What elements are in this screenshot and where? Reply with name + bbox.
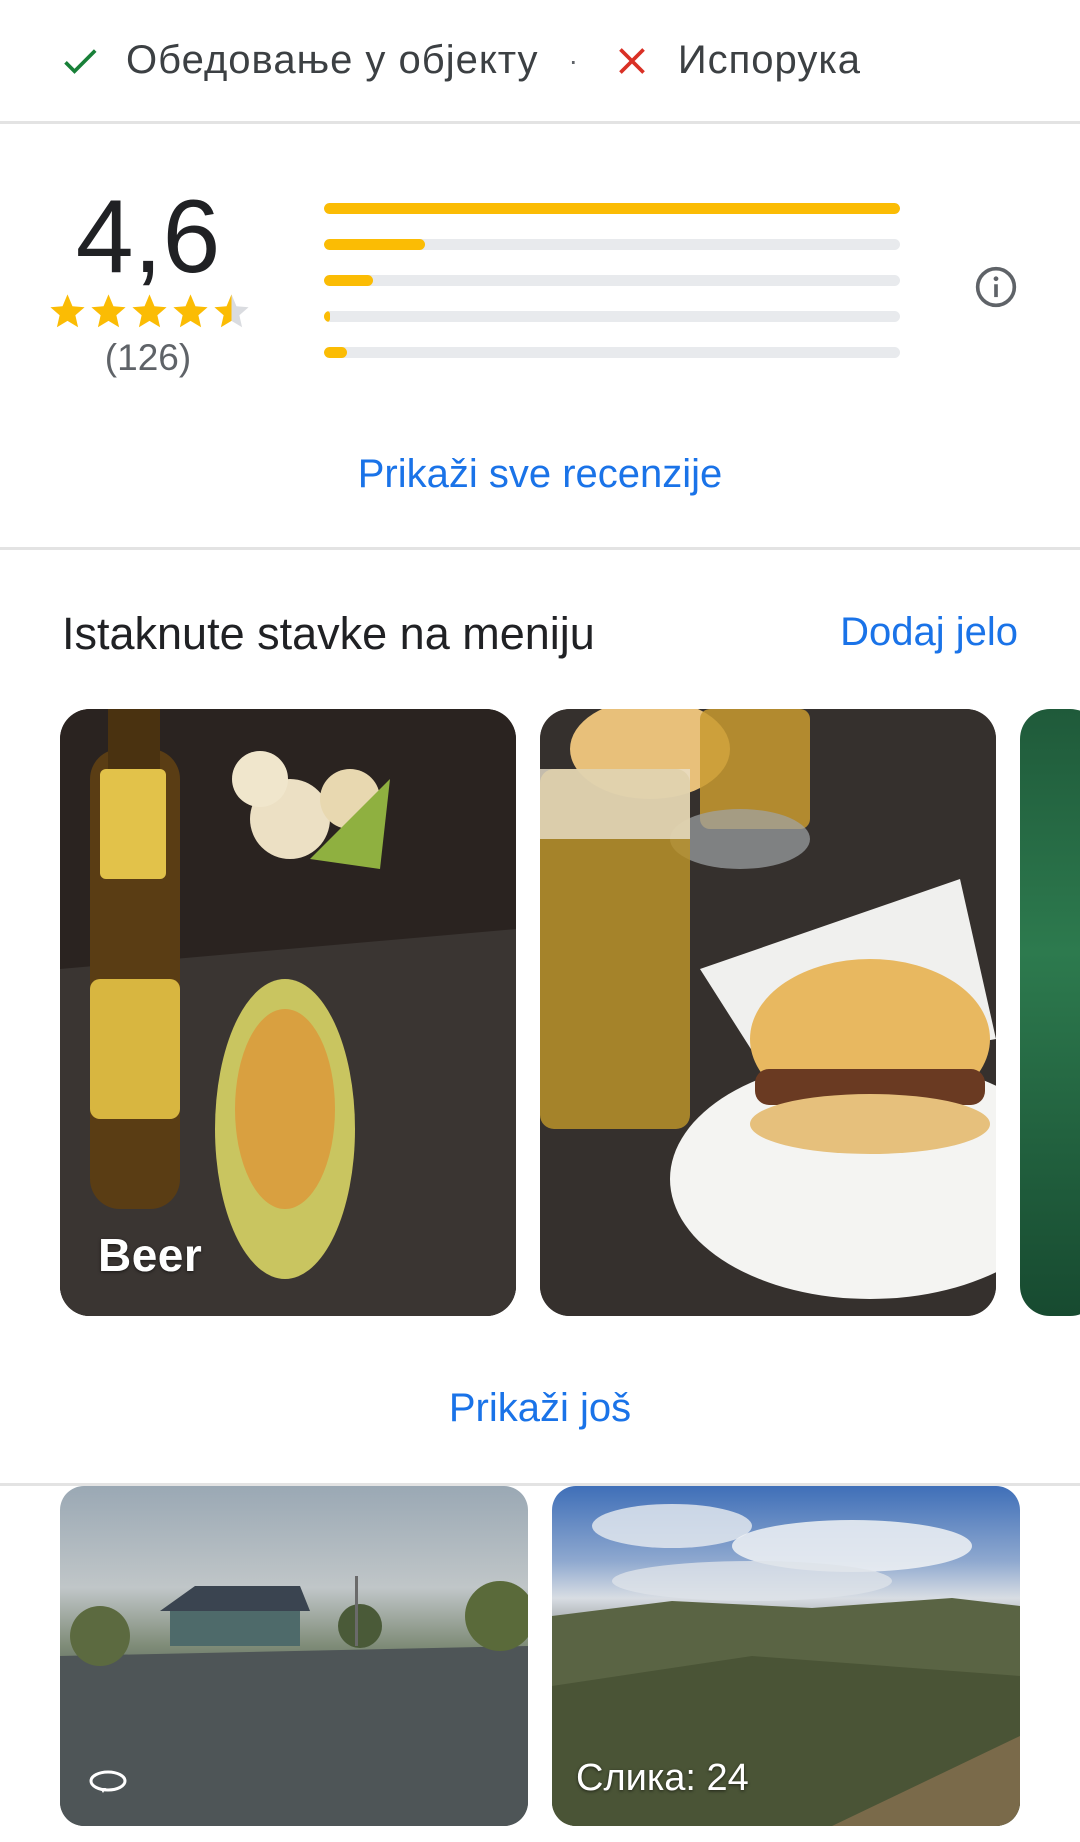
half-star-icon bbox=[213, 294, 249, 328]
star-icon bbox=[90, 294, 126, 328]
service-options-row: Обедовање у објекту · Испорука bbox=[0, 0, 1080, 124]
checkmark-icon bbox=[56, 37, 104, 85]
rating-distribution bbox=[324, 203, 900, 383]
street-view-photo[interactable] bbox=[60, 1486, 528, 1826]
separator-dot: · bbox=[568, 44, 578, 76]
star-rating bbox=[46, 291, 252, 332]
menu-item-card-partial[interactable] bbox=[1020, 709, 1080, 1316]
show-more-link[interactable]: Prikaži još bbox=[0, 1386, 1080, 1431]
photo-count-label: Слика: 24 bbox=[576, 1757, 749, 1799]
rating-bar-fill bbox=[324, 347, 348, 358]
rating-bar-1 bbox=[324, 347, 900, 358]
star-icon bbox=[131, 294, 167, 328]
add-dish-link[interactable]: Dodaj jelo bbox=[840, 610, 1018, 655]
rating-bar-fill bbox=[324, 311, 330, 322]
rating-bar-fill bbox=[324, 239, 425, 250]
burger-photo bbox=[540, 709, 996, 1316]
beer-photo bbox=[60, 709, 516, 1316]
rating-score: 4,6 bbox=[75, 179, 221, 295]
info-icon[interactable] bbox=[974, 265, 1018, 309]
close-icon bbox=[608, 37, 656, 85]
gallery-photo[interactable]: Слика: 24 bbox=[552, 1486, 1020, 1826]
rating-bar-5 bbox=[324, 203, 900, 214]
street-scene bbox=[60, 1576, 528, 1826]
rating-bar-3 bbox=[324, 275, 900, 286]
star-icon bbox=[172, 294, 208, 328]
show-all-reviews-link[interactable]: Prikaži sve recenzije bbox=[0, 452, 1080, 497]
menu-item-card-burger[interactable] bbox=[540, 709, 996, 1316]
rating-bar-2 bbox=[324, 311, 900, 322]
dine-in-label: Обедовање у објекту bbox=[126, 38, 539, 82]
menu-item-card-beer[interactable]: Beer bbox=[60, 709, 516, 1316]
rating-bar-fill bbox=[324, 203, 900, 214]
rating-summary[interactable]: 4,6 (126) Prikaži sve recenzije bbox=[0, 127, 1080, 550]
review-count: (126) bbox=[104, 337, 192, 378]
menu-item-label: Beer bbox=[98, 1229, 203, 1281]
delivery-label: Испорука bbox=[677, 38, 861, 82]
menu-highlights-title: Istaknute stavke na meniju bbox=[62, 608, 595, 659]
rating-bar-4 bbox=[324, 239, 900, 250]
street-view-icon bbox=[89, 1770, 127, 1793]
rating-bar-fill bbox=[324, 275, 373, 286]
star-icon bbox=[49, 294, 85, 328]
